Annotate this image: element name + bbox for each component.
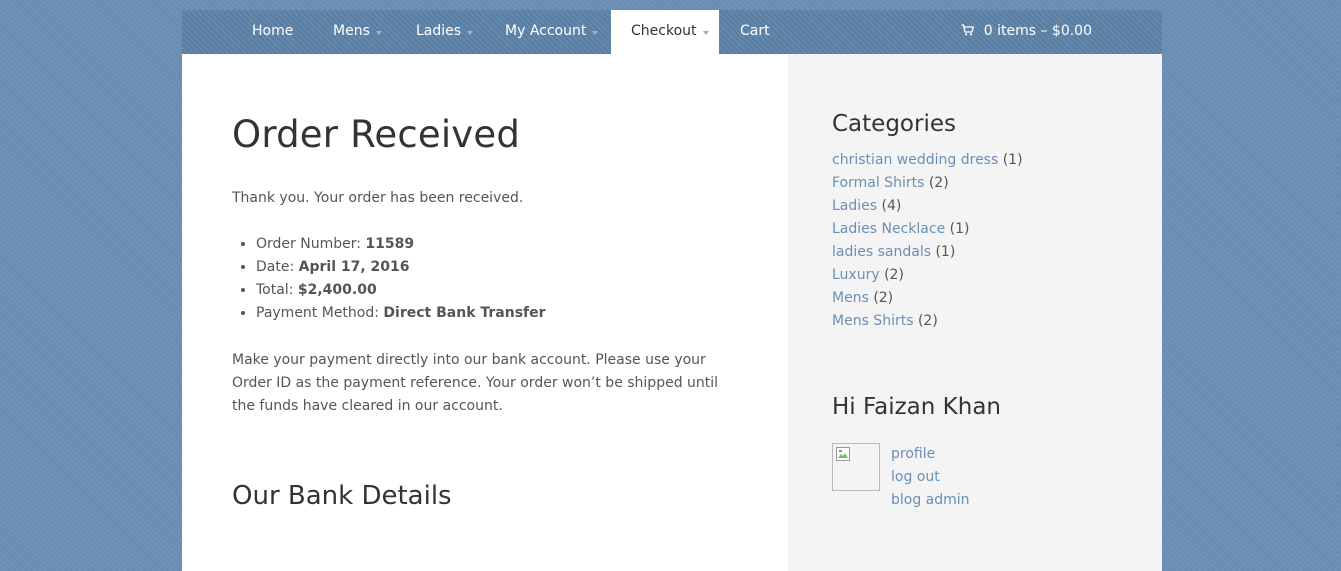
- categories-heading: Categories: [832, 111, 956, 137]
- chevron-down-icon: [702, 31, 709, 35]
- sidebar: Categories christian wedding dress (1) F…: [788, 54, 1162, 571]
- order-number-item: Order Number: 11589: [256, 233, 788, 256]
- list-item: Ladies (4): [832, 195, 1162, 218]
- nav-ladies[interactable]: Ladies: [416, 10, 474, 54]
- order-thanks-message: Thank you. Your order has been received.: [232, 190, 524, 206]
- user-greeting: Hi Faizan Khan: [832, 394, 1001, 420]
- order-details-list: Order Number: 11589 Date: April 17, 2016…: [232, 233, 788, 325]
- nav-ladies-label: Ladies: [416, 23, 462, 39]
- nav-cart-label: Cart: [740, 23, 770, 39]
- user-widget: profile log out blog admin: [832, 443, 1162, 512]
- category-count: (4): [881, 198, 902, 214]
- chevron-down-icon: [467, 31, 474, 35]
- avatar: [832, 443, 880, 491]
- user-links: profile log out blog admin: [891, 443, 970, 512]
- category-count: (2): [928, 175, 949, 191]
- order-number-label: Order Number:: [256, 236, 366, 252]
- nav-cart[interactable]: Cart: [740, 10, 770, 54]
- shopping-cart-icon: [961, 24, 974, 36]
- payment-method-item: Payment Method: Direct Bank Transfer: [256, 302, 788, 325]
- category-count: (2): [917, 313, 938, 329]
- category-link[interactable]: christian wedding dress: [832, 152, 998, 168]
- category-link[interactable]: Mens Shirts: [832, 313, 914, 329]
- category-count: (1): [949, 221, 970, 237]
- order-date-value: April 17, 2016: [298, 259, 410, 275]
- site-container: Home Mens Ladies My Account Checkout Car…: [182, 10, 1162, 571]
- category-link[interactable]: Luxury: [832, 267, 880, 283]
- chevron-down-icon: [375, 31, 382, 35]
- page-content: Order Received Thank you. Your order has…: [182, 54, 1162, 571]
- list-item: blog admin: [891, 489, 970, 512]
- page-title: Order Received: [232, 113, 521, 156]
- payment-method-value: Direct Bank Transfer: [383, 305, 546, 321]
- order-number-value: 11589: [365, 236, 415, 252]
- list-item: Formal Shirts (2): [832, 172, 1162, 195]
- nav-checkout-label: Checkout: [631, 23, 697, 39]
- payment-method-label: Payment Method:: [256, 305, 384, 321]
- order-date-label: Date:: [256, 259, 299, 275]
- list-item: Ladies Necklace (1): [832, 218, 1162, 241]
- list-item: log out: [891, 466, 970, 489]
- profile-link[interactable]: profile: [891, 446, 935, 462]
- nav-checkout[interactable]: Checkout: [611, 10, 719, 54]
- list-item: Mens (2): [832, 287, 1162, 310]
- category-link[interactable]: Formal Shirts: [832, 175, 924, 191]
- order-date-item: Date: April 17, 2016: [256, 256, 788, 279]
- category-count: (2): [873, 290, 894, 306]
- nav-my-account-label: My Account: [505, 23, 587, 39]
- chevron-down-icon: [592, 31, 599, 35]
- category-link[interactable]: ladies sandals: [832, 244, 931, 260]
- list-item: Mens Shirts (2): [832, 310, 1162, 333]
- nav-home-label: Home: [252, 23, 294, 39]
- category-link[interactable]: Ladies: [832, 198, 877, 214]
- nav-mens-label: Mens: [333, 23, 370, 39]
- order-total-value: $2,400.00: [297, 282, 377, 298]
- category-link[interactable]: Mens: [832, 290, 869, 306]
- order-total-item: Total: $2,400.00: [256, 279, 788, 302]
- list-item: Luxury (2): [832, 264, 1162, 287]
- categories-list: christian wedding dress (1) Formal Shirt…: [832, 149, 1162, 333]
- category-count: (1): [1002, 152, 1023, 168]
- main-content: Order Received Thank you. Your order has…: [182, 54, 788, 571]
- category-count: (1): [935, 244, 956, 260]
- broken-image-icon: [836, 447, 850, 461]
- bank-details-heading: Our Bank Details: [232, 481, 452, 511]
- list-item: profile: [891, 443, 970, 466]
- category-link[interactable]: Ladies Necklace: [832, 221, 945, 237]
- cart-summary-link[interactable]: 0 items – $0.00: [961, 10, 1092, 54]
- blog-admin-link[interactable]: blog admin: [891, 492, 970, 508]
- cart-summary-text: 0 items – $0.00: [983, 23, 1092, 39]
- category-count: (2): [884, 267, 904, 283]
- nav-home[interactable]: Home: [252, 10, 293, 54]
- order-total-label: Total:: [256, 282, 298, 298]
- logout-link[interactable]: log out: [891, 469, 940, 485]
- nav-mens[interactable]: Mens: [333, 10, 382, 54]
- payment-instructions: Make your payment directly into our bank…: [232, 352, 719, 414]
- list-item: ladies sandals (1): [832, 241, 1162, 264]
- list-item: christian wedding dress (1): [832, 149, 1162, 172]
- main-navigation: Home Mens Ladies My Account Checkout Car…: [182, 10, 1162, 54]
- nav-my-account[interactable]: My Account: [505, 10, 599, 54]
